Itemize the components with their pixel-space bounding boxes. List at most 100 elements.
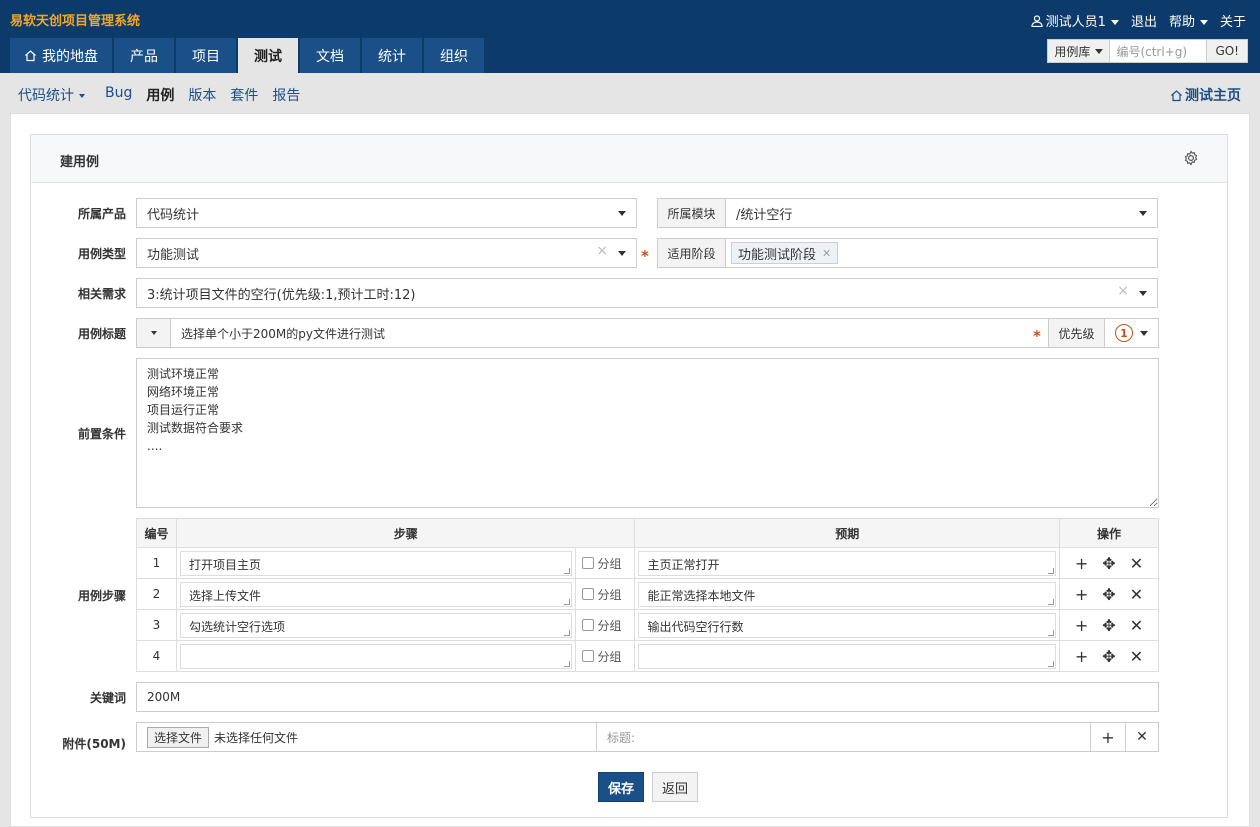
clear-icon[interactable]: × (596, 243, 608, 259)
user-icon (1031, 15, 1043, 28)
resize-handle-icon[interactable] (563, 629, 570, 636)
main-nav: 我的地盘 产品 项目 测试 文档 统计 组织 (10, 38, 484, 73)
group-checkbox[interactable] (581, 619, 594, 631)
steps-header-ops: 操作 (1059, 518, 1159, 548)
move-step-icon[interactable]: ✥ (1102, 616, 1115, 635)
step-no: 4 (136, 640, 177, 672)
steps-header-expect: 预期 (634, 518, 1061, 548)
delete-step-icon[interactable]: ✕ (1130, 554, 1143, 573)
keywords-input[interactable]: 200M (136, 682, 1159, 712)
add-step-icon[interactable]: + (1075, 616, 1088, 635)
choose-file-button[interactable]: 选择文件 (147, 726, 210, 748)
chevron-down-icon (618, 211, 626, 216)
group-toggle[interactable]: 分组 (576, 648, 635, 665)
back-button[interactable]: 返回 (652, 772, 698, 802)
about-link[interactable]: 关于 (1220, 11, 1246, 30)
story-select[interactable]: 3:统计项目文件的空行(优先级:1,预计工时:12) × (136, 278, 1158, 308)
subnav-suite[interactable]: 套件 (230, 85, 258, 105)
step-input[interactable]: 打开项目主页 (179, 550, 572, 576)
subnav-bug[interactable]: Bug (105, 85, 132, 105)
resize-handle-icon[interactable] (1048, 598, 1055, 605)
type-select[interactable]: 功能测试 × (136, 238, 637, 268)
resize-handle-icon[interactable] (1048, 567, 1055, 574)
chevron-down-icon (1199, 20, 1208, 25)
group-checkbox[interactable] (581, 650, 594, 662)
group-checkbox[interactable] (581, 557, 594, 569)
delete-step-icon[interactable]: ✕ (1130, 585, 1143, 604)
delete-step-icon[interactable]: ✕ (1130, 616, 1143, 635)
chevron-down-icon (1110, 20, 1119, 25)
resize-handle-icon[interactable] (1048, 660, 1055, 667)
expect-input[interactable]: 能正常选择本地文件 (638, 581, 1057, 607)
clear-icon[interactable]: × (1117, 283, 1129, 299)
save-button[interactable]: 保存 (598, 772, 644, 802)
add-step-icon[interactable]: + (1075, 647, 1088, 666)
table-row: 1 打开项目主页 分组 主页正常打开 + ✥ ✕ (136, 547, 1159, 579)
step-no: 2 (136, 578, 177, 610)
group-toggle[interactable]: 分组 (576, 586, 635, 603)
search-box: 用例库 编号(ctrl+g) GO! (1047, 39, 1248, 63)
expect-input[interactable] (638, 643, 1057, 669)
group-toggle[interactable]: 分组 (576, 617, 635, 634)
step-input[interactable]: 勾选统计空行选项 (179, 612, 572, 638)
subnav-case[interactable]: 用例 (146, 85, 174, 105)
title-style-dropdown[interactable] (136, 318, 171, 348)
product-switcher[interactable]: 代码统计 (18, 85, 85, 105)
expect-input[interactable]: 输出代码空行行数 (638, 612, 1057, 638)
add-step-icon[interactable]: + (1075, 585, 1088, 604)
subnav-build[interactable]: 版本 (188, 85, 216, 105)
step-input[interactable] (179, 643, 572, 669)
file-input[interactable]: 选择文件 未选择任何文件 (136, 722, 597, 752)
chevron-down-icon (1095, 48, 1104, 54)
file-title-input[interactable]: 标题: (596, 722, 1091, 752)
remove-file-icon[interactable]: ✕ (1125, 722, 1159, 752)
resize-handle-icon[interactable] (563, 598, 570, 605)
delete-step-icon[interactable]: ✕ (1130, 647, 1143, 666)
move-step-icon[interactable]: ✥ (1102, 647, 1115, 666)
add-file-icon[interactable]: + (1090, 722, 1126, 752)
tab-doc[interactable]: 文档 (300, 38, 360, 73)
required-mark: * (1033, 327, 1041, 345)
module-select[interactable]: /统计空行 (725, 198, 1158, 228)
search-go-button[interactable]: GO! (1207, 39, 1248, 63)
tab-my[interactable]: 我的地盘 (10, 38, 112, 73)
user-menu[interactable]: 测试人员1 (1031, 11, 1119, 30)
sub-nav: 代码统计 Bug 用例 版本 套件 报告 (18, 85, 300, 105)
tab-stats[interactable]: 统计 (362, 38, 422, 73)
test-home-link[interactable]: 测试主页 (1170, 85, 1241, 105)
type-label: 用例类型 (77, 247, 126, 261)
top-bar: 易软天创项目管理系统 测试人员1 退出 帮助 关于 我的地盘 产品 项目 测试 … (0, 0, 1260, 73)
resize-handle-icon[interactable] (1048, 629, 1055, 636)
step-input[interactable]: 选择上传文件 (179, 581, 572, 607)
remove-chip-icon[interactable]: ✕ (822, 247, 831, 260)
tab-test[interactable]: 测试 (238, 38, 298, 73)
move-step-icon[interactable]: ✥ (1102, 585, 1115, 604)
precondition-textarea[interactable] (136, 358, 1159, 508)
group-checkbox[interactable] (581, 588, 594, 600)
steps-header-step: 步骤 (175, 518, 636, 548)
tab-product[interactable]: 产品 (114, 38, 174, 73)
tab-project[interactable]: 项目 (176, 38, 236, 73)
stage-select[interactable]: 功能测试阶段 ✕ (725, 238, 1158, 268)
move-step-icon[interactable]: ✥ (1102, 554, 1115, 573)
add-step-icon[interactable]: + (1075, 554, 1088, 573)
app-title: 易软天创项目管理系统 (10, 14, 141, 29)
gear-icon[interactable] (1183, 150, 1199, 166)
search-input[interactable]: 编号(ctrl+g) (1110, 39, 1208, 63)
group-toggle[interactable]: 分组 (576, 555, 635, 572)
steps-label: 用例步骤 (77, 589, 126, 603)
logout-link[interactable]: 退出 (1131, 11, 1157, 30)
expect-input[interactable]: 主页正常打开 (638, 550, 1057, 576)
resize-handle-icon[interactable] (563, 567, 570, 574)
help-menu[interactable]: 帮助 (1169, 11, 1208, 30)
resize-handle-icon[interactable] (563, 660, 570, 667)
priority-badge: 1 (1115, 324, 1133, 342)
search-type-select[interactable]: 用例库 (1047, 39, 1111, 63)
precondition-label: 前置条件 (77, 427, 126, 441)
subnav-report[interactable]: 报告 (272, 85, 300, 105)
priority-select[interactable]: 1 (1104, 318, 1159, 348)
title-input[interactable]: 选择单个小于200M的py文件进行测试 (170, 318, 1049, 348)
tab-org[interactable]: 组织 (424, 38, 484, 73)
chevron-down-icon (1140, 331, 1148, 336)
product-select[interactable]: 代码统计 (136, 198, 637, 228)
